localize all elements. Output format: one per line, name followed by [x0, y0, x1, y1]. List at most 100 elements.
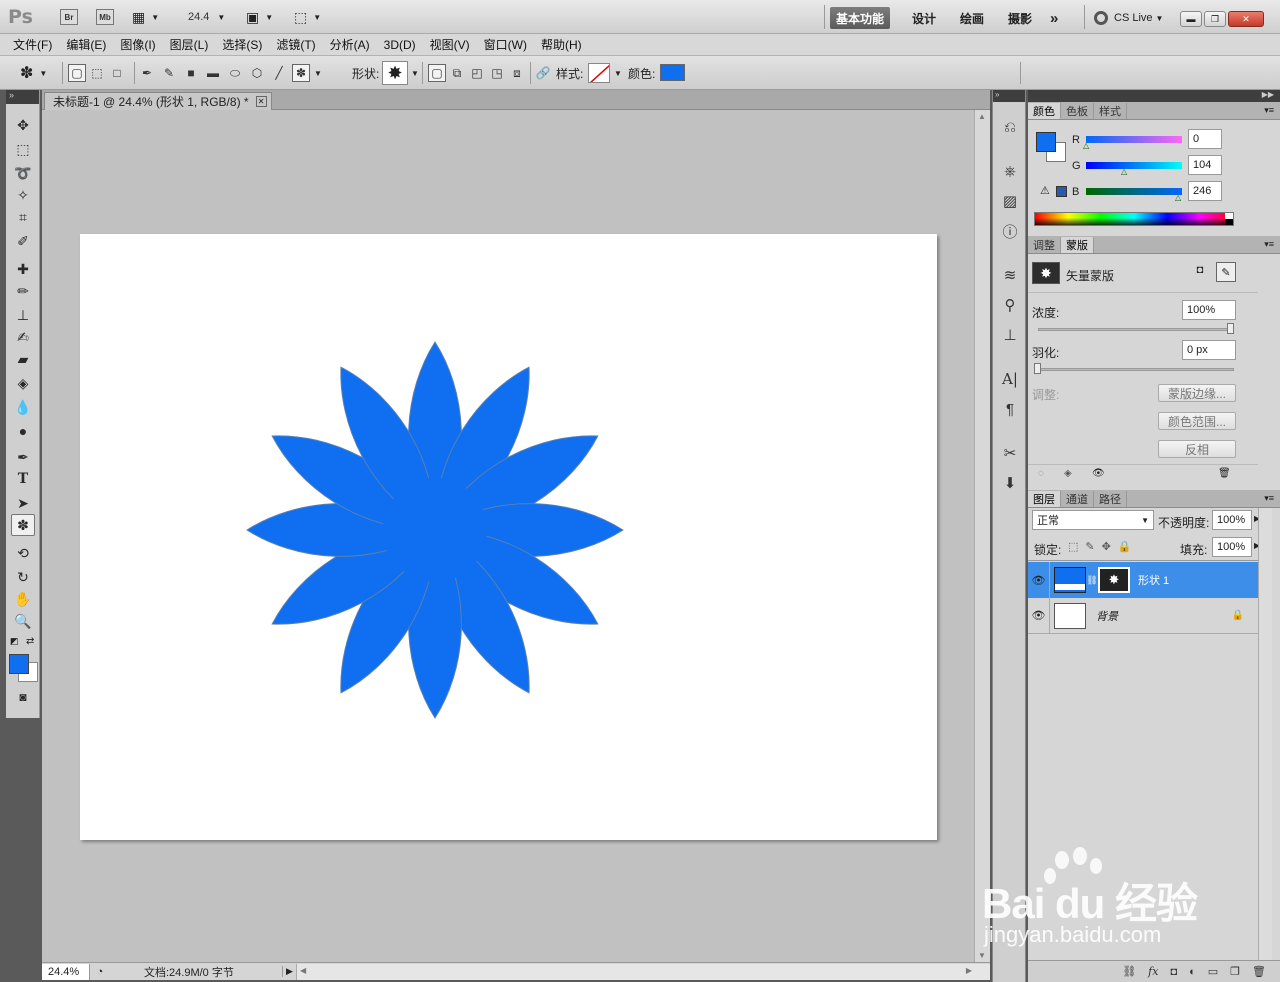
workspace-painting[interactable]: 绘画	[954, 7, 990, 29]
canvas[interactable]	[80, 234, 937, 840]
panel-dock-header[interactable]: ▶▶	[1028, 90, 1280, 102]
screen-mode-button[interactable]: ⬚ ▼	[294, 6, 321, 28]
fill-pixels-mode[interactable]: □	[108, 64, 126, 82]
g-value-field[interactable]: 104	[1188, 155, 1222, 175]
tab-swatches[interactable]: 色板	[1061, 103, 1094, 119]
clone-source-icon[interactable]: ⊥	[999, 324, 1021, 346]
panel-collapse-handle[interactable]: »	[6, 90, 39, 104]
3d-orbit-icon[interactable]: ↻	[11, 566, 35, 588]
panel-menu-icon[interactable]: ▾≡	[1264, 105, 1274, 116]
move-tool-icon[interactable]: ✥	[11, 114, 35, 136]
chevron-down-icon[interactable]: ▼	[314, 69, 322, 78]
density-field[interactable]: 100%	[1182, 300, 1236, 320]
link-layers-icon[interactable]: ⛓	[1122, 965, 1136, 978]
tool-presets-icon[interactable]: ✂	[999, 442, 1021, 464]
layer-row-shape-1[interactable]: 👁 ⛓ ✸ 形状 1	[1028, 562, 1258, 598]
out-of-gamut-warning-icon[interactable]: ⚠	[1040, 184, 1050, 197]
b-slider[interactable]	[1086, 188, 1182, 195]
load-selection-icon[interactable]: ◌	[1038, 468, 1044, 479]
add-layer-mask-icon[interactable]: ◘	[1170, 966, 1177, 978]
color-range-button[interactable]: 颜色范围...	[1158, 412, 1236, 430]
3d-panel-icon[interactable]: ⬇	[999, 472, 1021, 494]
fill-field[interactable]: 100%	[1212, 537, 1252, 557]
exclude-overlapping-shape-areas[interactable]: ⧈	[508, 64, 526, 82]
opacity-field[interactable]: 100%	[1212, 510, 1252, 530]
r-slider[interactable]	[1086, 136, 1182, 143]
clone-stamp-icon[interactable]: ⊥	[11, 304, 35, 326]
layer-style-fx-icon[interactable]: fx	[1148, 965, 1158, 978]
tab-color[interactable]: 颜色	[1028, 103, 1061, 119]
default-colors-icon[interactable]: ◩	[10, 636, 19, 647]
g-slider-thumb[interactable]: △	[1121, 167, 1127, 176]
tab-channels[interactable]: 通道	[1061, 491, 1094, 507]
ellipse-tool-icon[interactable]: ⬭	[226, 64, 244, 82]
menu-filter[interactable]: 滤镜(T)	[269, 36, 322, 53]
menu-layer[interactable]: 图层(L)	[163, 36, 216, 53]
close-window-button[interactable]: ✕	[1228, 11, 1264, 27]
custom-shape-icon[interactable]: ✽	[292, 64, 310, 82]
pen-tool-icon[interactable]: ✒	[138, 64, 156, 82]
lock-transparent-icon[interactable]: ⬚	[1068, 540, 1078, 553]
delete-layer-icon[interactable]: 🗑	[1252, 965, 1266, 978]
scroll-right-icon[interactable]: ▶	[966, 966, 972, 975]
menu-help[interactable]: 帮助(H)	[534, 36, 589, 53]
path-selection-icon[interactable]: ➤	[11, 492, 35, 514]
add-pixel-mask-icon[interactable]: ◘	[1192, 264, 1208, 280]
view-extras-button[interactable]: ▦ ▼	[132, 6, 159, 28]
menu-select[interactable]: 选择(S)	[215, 36, 269, 53]
restore-button[interactable]: ❐	[1204, 11, 1226, 27]
minimize-button[interactable]: ▬	[1180, 11, 1202, 27]
layer-visibility-eye-icon[interactable]: 👁	[1028, 597, 1050, 634]
new-layer-icon[interactable]: ❐	[1230, 965, 1240, 978]
type-tool-icon[interactable]: T	[11, 468, 35, 490]
eyedropper-icon[interactable]: ✐	[11, 230, 35, 252]
zoom-status[interactable]: 24.4%	[42, 963, 90, 980]
layer-vector-mask-thumbnail[interactable]: ✸	[1098, 567, 1130, 593]
brushes-panel-icon[interactable]: ≋	[999, 264, 1021, 286]
visibility-icon[interactable]: 👁	[1092, 468, 1105, 479]
paragraph-panel-icon[interactable]: ¶	[999, 398, 1021, 420]
menu-edit[interactable]: 编辑(E)	[59, 36, 113, 53]
horizontal-scrollbar[interactable]: ◀ ▶	[296, 963, 990, 980]
subtract-from-shape-area[interactable]: ◰	[468, 64, 486, 82]
strip-collapse-handle[interactable]: »	[993, 90, 1025, 102]
tab-styles[interactable]: 样式	[1094, 103, 1127, 119]
new-adjustment-layer-icon[interactable]: ◐	[1189, 966, 1196, 978]
tab-masks[interactable]: 蒙版	[1061, 237, 1094, 253]
close-tab-icon[interactable]: ✕	[255, 96, 267, 107]
add-to-shape-area[interactable]: ⧉	[448, 64, 466, 82]
quick-selection-icon[interactable]: ✧	[11, 184, 35, 206]
layers-scrollbar[interactable]	[1258, 508, 1272, 960]
color-panel-foreground-swatch[interactable]	[1036, 132, 1056, 152]
menu-image[interactable]: 图像(I)	[113, 36, 162, 53]
tab-layers[interactable]: 图层	[1028, 491, 1061, 507]
shape-color-swatch[interactable]	[660, 63, 685, 81]
feather-field[interactable]: 0 px	[1182, 340, 1236, 360]
marquee-tool-icon[interactable]: ⬚	[11, 138, 35, 160]
freeform-pen-icon[interactable]: ✎	[160, 64, 178, 82]
tool-preset-picker[interactable]: ✽ ▼	[20, 64, 47, 82]
g-slider[interactable]	[1086, 162, 1182, 169]
spectrum-black-white[interactable]	[1225, 213, 1233, 225]
swap-colors-icon[interactable]: ⇄	[26, 636, 34, 647]
character-panel-icon[interactable]: A|	[999, 368, 1021, 390]
rectangle-tool-icon[interactable]: ■	[182, 64, 200, 82]
b-slider-thumb[interactable]: △	[1175, 193, 1181, 202]
r-slider-thumb[interactable]: △	[1083, 141, 1089, 150]
status-options-icon[interactable]: ◔	[90, 966, 110, 978]
r-value-field[interactable]: 0	[1188, 129, 1222, 149]
history-brush-icon[interactable]: ✍	[11, 326, 35, 348]
layer-name[interactable]: 背景	[1096, 608, 1118, 624]
paint-bucket-icon[interactable]: ◈	[11, 372, 35, 394]
scroll-up-icon[interactable]: ▲	[978, 112, 986, 121]
mini-bridge-button[interactable]: Mb	[96, 6, 114, 28]
more-workspaces-button[interactable]: »	[1044, 7, 1064, 29]
arrange-documents-button[interactable]: ▣ ▼	[246, 6, 273, 28]
lock-position-icon[interactable]: ✥	[1102, 540, 1111, 553]
menu-view[interactable]: 视图(V)	[423, 36, 477, 53]
healing-brush-icon[interactable]: ✚	[11, 258, 35, 280]
flower-shape[interactable]	[80, 234, 937, 840]
workspace-essentials[interactable]: 基本功能	[830, 7, 891, 29]
scroll-left-icon[interactable]: ◀	[300, 966, 306, 975]
pen-tool-icon[interactable]: ✒	[11, 446, 35, 468]
